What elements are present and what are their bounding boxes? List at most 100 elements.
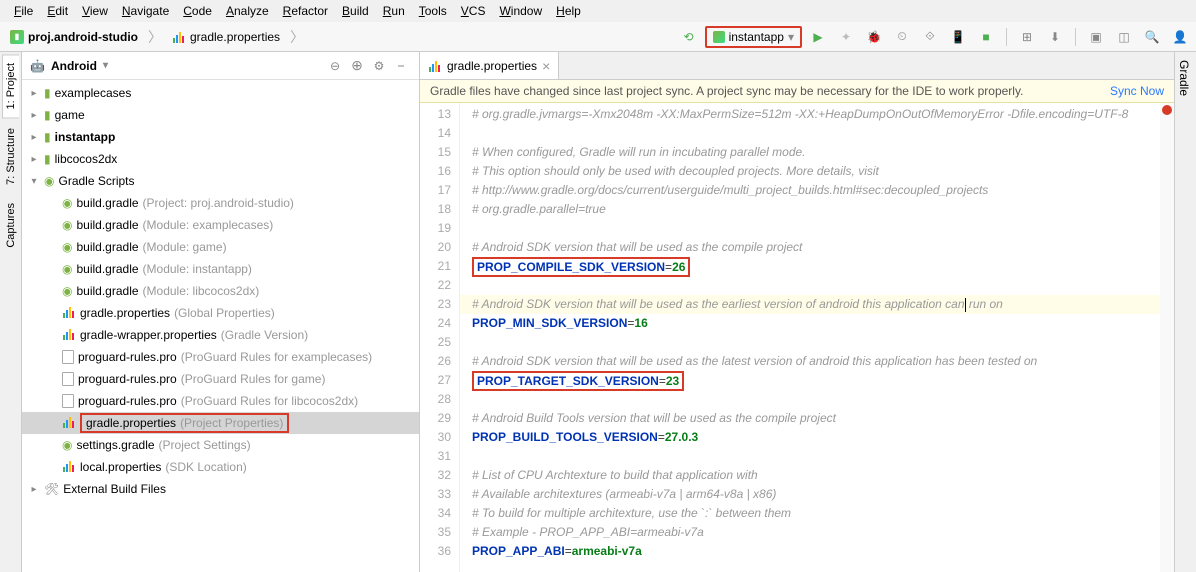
code-line[interactable]: # Android SDK version that will be used … [460,295,1160,314]
menu-analyze[interactable]: Analyze [220,2,275,20]
sdk-manager-button[interactable]: ⬇ [1043,25,1067,49]
tree-item-game[interactable]: ▸▮game [22,104,419,126]
expand-arrow-icon[interactable]: ▸ [28,88,40,99]
code-line[interactable]: PROP_BUILD_TOOLS_VERSION=27.0.3 [472,428,1148,447]
expand-arrow-icon[interactable]: ▾ [28,176,40,187]
avd-manager-button[interactable]: ⊞ [1015,25,1039,49]
code-line[interactable]: # org.gradle.jvmargs=-Xmx2048m -XX:MaxPe… [472,105,1148,124]
tree-item-gradle-wrapper-properties[interactable]: gradle-wrapper.properties (Gradle Versio… [22,324,419,346]
editor-body[interactable]: 1314151617181920212223242526272829303132… [420,103,1174,572]
debug-button[interactable]: 🐞 [862,25,886,49]
device-button[interactable]: 📱 [946,25,970,49]
code-line[interactable]: PROP_MIN_SDK_VERSION=16 [472,314,1148,333]
code-line[interactable] [472,390,1148,409]
resource-manager-button[interactable]: ◫ [1112,25,1136,49]
code-content[interactable]: # org.gradle.jvmargs=-Xmx2048m -XX:MaxPe… [460,103,1160,572]
run-button[interactable]: ▶ [806,25,830,49]
tree-item-settings-gradle[interactable]: ◉settings.gradle (Project Settings) [22,434,419,456]
tree-item-examplecases[interactable]: ▸▮examplecases [22,82,419,104]
editor-tab-gradle-properties[interactable]: gradle.properties × [420,52,559,79]
menu-vcs[interactable]: VCS [455,2,492,20]
close-icon[interactable]: × [542,58,550,74]
code-line[interactable]: # org.gradle.parallel=true [472,200,1148,219]
menu-navigate[interactable]: Navigate [116,2,175,20]
tree-item-proguard-rules-pro[interactable]: proguard-rules.pro (ProGuard Rules for e… [22,346,419,368]
tree-item-gradle-scripts[interactable]: ▾◉Gradle Scripts [22,170,419,192]
search-everywhere-button[interactable]: 🔍 [1140,25,1164,49]
tree-item-gradle-properties[interactable]: gradle.properties (Global Properties) [22,302,419,324]
code-line[interactable] [472,276,1148,295]
expand-arrow-icon[interactable]: ▸ [28,132,40,143]
tree-item-instantapp[interactable]: ▸▮instantapp [22,126,419,148]
tree-item-libcocos2dx[interactable]: ▸▮libcocos2dx [22,148,419,170]
code-line[interactable] [472,333,1148,352]
project-tree[interactable]: ▸▮examplecases▸▮game▸▮instantapp▸▮libcoc… [22,80,419,572]
error-stripe[interactable] [1160,103,1174,572]
code-line[interactable]: # http://www.gradle.org/docs/current/use… [472,181,1148,200]
sync-now-button[interactable]: Sync Now [1110,84,1164,98]
layout-inspector-button[interactable]: ▣ [1084,25,1108,49]
tool-tab-captures[interactable]: Captures [3,195,19,256]
hide-sidebar-button[interactable]: ⎯ [391,56,411,76]
sidebar-view-selector[interactable]: 🤖 Android ▾ [30,59,325,73]
tree-item-proguard-rules-pro[interactable]: proguard-rules.pro (ProGuard Rules for l… [22,390,419,412]
tree-item-proguard-rules-pro[interactable]: proguard-rules.pro (ProGuard Rules for g… [22,368,419,390]
menu-refactor[interactable]: Refactor [277,2,334,20]
tree-item-build-gradle[interactable]: ◉build.gradle (Module: instantapp) [22,258,419,280]
breadcrumb-project[interactable]: ▮ proj.android-studio [4,28,144,46]
menu-window[interactable]: Window [493,2,548,20]
chevron-down-icon: ▾ [103,60,108,71]
tree-item-local-properties[interactable]: local.properties (SDK Location) [22,456,419,478]
error-indicator-icon[interactable] [1162,105,1172,115]
gradle-scripts-icon: ◉ [44,174,54,188]
scroll-from-source-button[interactable]: ⊕ [347,56,367,76]
code-line[interactable]: # Android SDK version that will be used … [472,352,1148,371]
tool-tab----project[interactable]: 1: Project [2,54,19,118]
code-line[interactable]: # Available architextures (armeabi-v7a |… [472,485,1148,504]
run-configuration-selector[interactable]: instantapp ▾ [705,26,802,48]
menu-tools[interactable]: Tools [413,2,453,20]
expand-arrow-icon[interactable]: ▸ [28,484,40,495]
tree-item-build-gradle[interactable]: ◉build.gradle (Module: examplecases) [22,214,419,236]
code-line[interactable]: # Example - PROP_APP_ABI=armeabi-v7a [472,523,1148,542]
sidebar-settings-button[interactable]: ⚙ [369,56,389,76]
code-line[interactable] [472,447,1148,466]
tree-item-build-gradle[interactable]: ◉build.gradle (Module: game) [22,236,419,258]
menu-edit[interactable]: Edit [41,2,74,20]
stop-button[interactable]: ■ [974,25,998,49]
gradle-tool-tab[interactable]: Gradle [1175,52,1193,104]
expand-arrow-icon[interactable]: ▸ [28,110,40,121]
menu-run[interactable]: Run [377,2,411,20]
tree-item-build-gradle[interactable]: ◉build.gradle (Module: libcocos2dx) [22,280,419,302]
settings-button[interactable]: 👤 [1168,25,1192,49]
profile-button[interactable]: ⏲ [890,25,914,49]
code-line[interactable]: PROP_TARGET_SDK_VERSION=23 [472,371,1148,390]
code-line[interactable]: # Android Build Tools version that will … [472,409,1148,428]
line-number: 30 [420,428,451,447]
code-line[interactable]: # To build for multiple architexture, us… [472,504,1148,523]
menu-code[interactable]: Code [177,2,218,20]
expand-arrow-icon[interactable]: ▸ [28,154,40,165]
tree-item-external-build-files[interactable]: ▸🛠External Build Files [22,478,419,500]
code-line[interactable]: PROP_COMPILE_SDK_VERSION=26 [472,257,1148,276]
menu-build[interactable]: Build [336,2,375,20]
breadcrumb-file[interactable]: gradle.properties [166,28,286,46]
apply-changes-button[interactable]: ✦ [834,25,858,49]
attach-debugger-button[interactable]: ⟐ [918,25,942,49]
tree-item-build-gradle[interactable]: ◉build.gradle (Project: proj.android-stu… [22,192,419,214]
code-line[interactable]: PROP_APP_ABI=armeabi-v7a [472,542,1148,561]
menu-help[interactable]: Help [550,2,587,20]
line-number: 31 [420,447,451,466]
collapse-all-button[interactable]: ⊖ [325,56,345,76]
code-line[interactable] [472,219,1148,238]
tree-item-gradle-properties[interactable]: gradle.properties (Project Properties) [22,412,419,434]
menu-file[interactable]: File [8,2,39,20]
code-line[interactable]: # Android SDK version that will be used … [472,238,1148,257]
code-line[interactable] [472,124,1148,143]
code-line[interactable]: # When configured, Gradle will run in in… [472,143,1148,162]
code-line[interactable]: # List of CPU Archtexture to build that … [472,466,1148,485]
menu-view[interactable]: View [76,2,114,20]
sync-project-button[interactable]: ⟲ [677,25,701,49]
tool-tab----structure[interactable]: 7: Structure [3,120,19,193]
code-line[interactable]: # This option should only be used with d… [472,162,1148,181]
